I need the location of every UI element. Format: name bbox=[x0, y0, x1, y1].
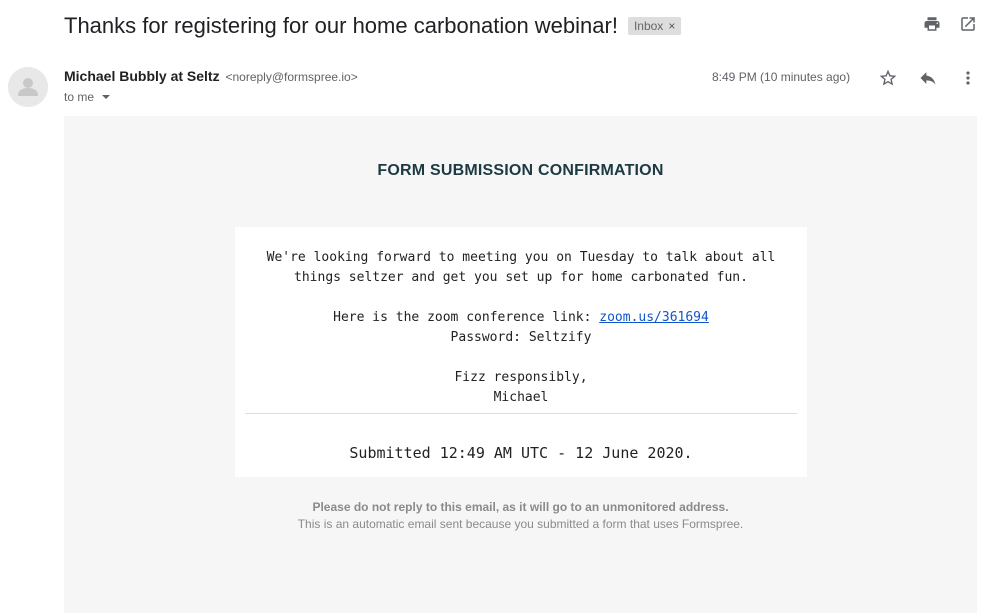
message-time: 8:49 PM (10 minutes ago) bbox=[712, 70, 851, 84]
zoom-link[interactable]: zoom.us/361694 bbox=[599, 310, 709, 325]
chevron-down-icon[interactable] bbox=[102, 95, 111, 99]
submitted-timestamp: Submitted 12:49 AM UTC - 12 June 2020. bbox=[349, 444, 693, 462]
intro-line-1: We're looking forward to meeting you on … bbox=[266, 250, 776, 265]
print-icon[interactable] bbox=[922, 14, 942, 34]
zoom-prefix: Here is the zoom conference link: bbox=[333, 310, 600, 325]
star-icon[interactable] bbox=[878, 68, 898, 88]
more-vert-icon[interactable] bbox=[958, 68, 978, 88]
avatar-icon bbox=[8, 67, 48, 107]
password-line: Password: Seltzify bbox=[450, 330, 592, 345]
closing-line: Fizz responsibly, bbox=[454, 370, 588, 385]
form-title: FORM SUBMISSION CONFIRMATION bbox=[377, 162, 664, 179]
open-in-new-window-icon[interactable] bbox=[958, 14, 978, 34]
message-body: FORM SUBMISSION CONFIRMATION We're looki… bbox=[64, 116, 977, 613]
sender-name[interactable]: Michael Bubbly at Seltz bbox=[64, 68, 220, 84]
message-actions bbox=[878, 68, 978, 88]
footer-note: This is an automatic email sent because … bbox=[297, 517, 744, 531]
divider bbox=[245, 413, 797, 414]
recipient-text: to me bbox=[64, 90, 95, 104]
intro-paragraph: We're looking forward to meeting you on … bbox=[235, 248, 807, 288]
footer-warning: Please do not reply to this email, as it… bbox=[312, 500, 729, 514]
subject-row: Thanks for registering for our home carb… bbox=[64, 10, 682, 42]
sender-email: <noreply@formspree.io> bbox=[225, 70, 358, 84]
intro-line-2: things seltzer and get you set up for ho… bbox=[294, 270, 748, 285]
sender-line: Michael Bubbly at Seltz <noreply@formspr… bbox=[64, 68, 358, 84]
zoom-line: Here is the zoom conference link: zoom.u… bbox=[235, 308, 807, 328]
zoom-paragraph: Here is the zoom conference link: zoom.u… bbox=[235, 308, 807, 348]
recipient-details-toggle[interactable]: to me bbox=[64, 90, 111, 104]
inbox-label-chip[interactable]: Inbox × bbox=[627, 17, 682, 35]
email-subject: Thanks for registering for our home carb… bbox=[64, 13, 618, 38]
reply-icon[interactable] bbox=[918, 68, 938, 88]
submission-card: We're looking forward to meeting you on … bbox=[235, 227, 807, 477]
thread-actions bbox=[922, 14, 978, 34]
signature-line: Michael bbox=[493, 390, 549, 405]
remove-label-icon[interactable]: × bbox=[668, 19, 675, 33]
label-text: Inbox bbox=[633, 19, 664, 33]
closing-paragraph: Fizz responsibly, Michael bbox=[235, 368, 807, 408]
